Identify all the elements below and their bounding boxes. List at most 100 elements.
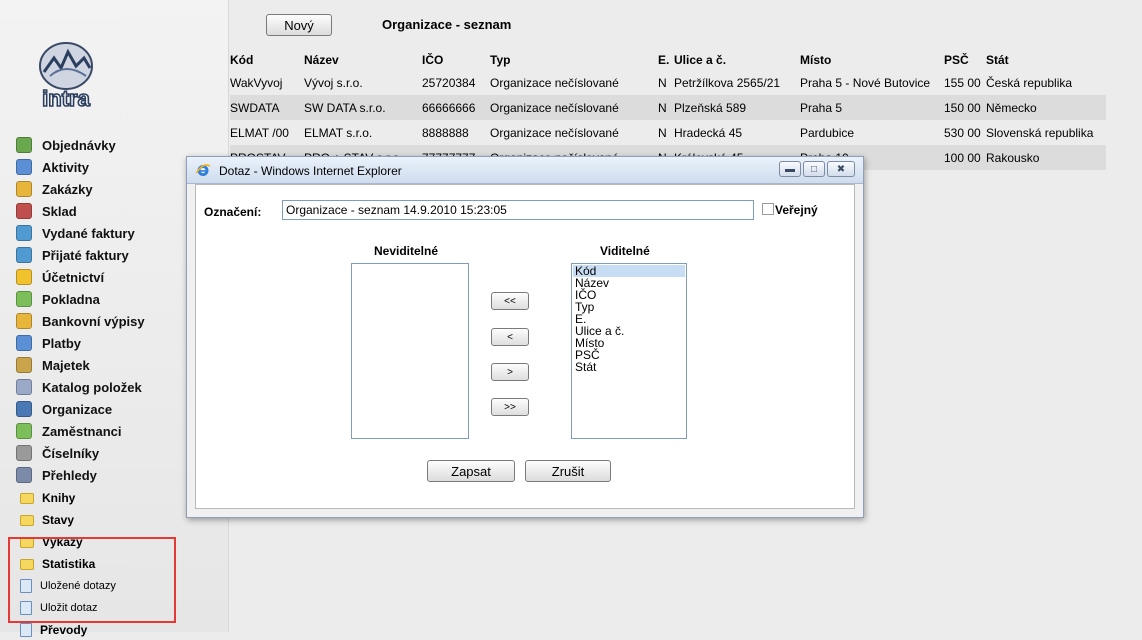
toolbar: Nový Organizace - seznam [228,14,1128,40]
table-cell: Organizace nečíslované [490,95,658,120]
warehouse-icon [16,203,32,219]
invisible-columns-header: Neviditelné [374,244,439,258]
table-cell: 8888888 [422,125,469,140]
table-cell: Slovenská republika [986,125,1094,140]
invisible-columns-list[interactable] [351,263,469,439]
column-header[interactable]: Ulice a č. [674,50,800,70]
submenu-item-2[interactable]: Stavy [20,510,210,530]
table-cell: SW DATA s.r.o. [304,95,422,120]
close-icon[interactable]: ✖ [827,161,855,177]
column-header[interactable]: E. [658,50,674,70]
table-row[interactable]: ELMAT /00 ELMAT s.r.o. 8888888 Organizace n… [230,120,1106,145]
move-all-right-button[interactable]: >> [491,398,529,416]
table-cell: Praha 5 - Nové Butovice [800,75,931,90]
dialog-content: Označení: Veřejný Neviditelné Viditelné … [195,184,855,509]
received-invoices-icon [16,247,32,263]
label-verejny: Veřejný [775,203,818,217]
issued-invoices-icon [16,225,32,241]
sidebar-item-label: Vydané faktury [42,225,135,241]
save-button[interactable]: Zapsat [427,460,515,482]
accounting-icon [16,269,32,285]
new-button[interactable]: Nový [266,14,332,36]
cancel-button[interactable]: Zrušit [525,460,611,482]
internet-explorer-icon [195,164,211,176]
transfers-icon [20,623,32,637]
move-all-left-button[interactable]: << [491,292,529,310]
column-header[interactable]: Typ [490,50,658,70]
table-cell: Vývoj s.r.o. [304,75,363,90]
table-row[interactable]: SWDATA SW DATA s.r.o. 66666666 Organizace n… [230,95,1106,120]
column-header[interactable]: Kód [230,50,304,70]
table-cell: N [658,95,674,120]
oznaceni-field[interactable] [282,200,754,220]
sidebar-item-label: Bankovní výpisy [42,313,145,329]
table-cell: 530 00 [944,125,981,140]
table-cell: Petržílkova 2565/21 [674,75,781,90]
dialog-titlebar[interactable]: Dotaz - Windows Internet Explorer ▬ □ ✖ [187,157,863,184]
table-cell: Česká republika [986,75,1073,90]
submenu-item-7[interactable]: Převody [20,620,210,640]
dialog-title: Dotaz - Windows Internet Explorer [219,164,402,178]
table-cell: N [658,75,667,90]
sidebar-item-label: Sklad [42,203,77,219]
sidebar-item-label: Přehledy [42,467,97,483]
sidebar-item-label: Organizace [42,401,113,417]
submenu-item-label: Knihy [42,491,76,505]
sidebar-item-label: Přijaté faktury [42,247,129,263]
sidebar-item-label: Katalog položek [42,379,142,395]
table-cell: 100 00 [944,145,986,170]
move-right-button[interactable]: > [491,363,529,381]
list-item[interactable]: Stát [573,361,685,373]
table-cell: Pardubice [800,125,855,140]
window-controls: ▬ □ ✖ [777,161,855,177]
employees-icon [16,423,32,439]
table-cell: 66666666 [422,95,490,120]
column-header[interactable]: Název [304,50,422,70]
visible-columns-header: Viditelné [600,244,650,258]
table-cell: Organizace nečíslované [490,75,619,90]
payments-icon [16,335,32,351]
table-cell: Hradecká 45 [674,125,743,140]
table-cell: 150 00 [944,95,986,120]
table-cell: N [658,125,667,140]
table-cell: Rakousko [986,145,1106,170]
submenu-item-1[interactable]: Knihy [20,488,210,508]
sidebar-item-label: Platby [42,335,82,351]
column-header[interactable]: IČO [422,50,490,70]
visible-columns-list[interactable]: Kód Název IČO Typ E. Ulice a č. Místo PSČ Stát [571,263,687,439]
table-cell: SWDATA [230,95,304,120]
overviews-icon [16,467,32,483]
query-dialog: Dotaz - Windows Internet Explorer ▬ □ ✖ … [186,156,864,518]
bank-statements-icon [16,313,32,329]
table-row[interactable]: WakVyvoj Vývoj s.r.o. 25720384 Organizace n… [230,70,1106,95]
table-cell: Praha 5 [800,95,944,120]
column-header[interactable]: Místo [800,50,944,70]
table-cell: Organizace nečíslované [490,125,619,140]
table-cell: ELMAT s.r.o. [304,125,373,140]
table-cell: WakVyvoj [230,75,283,90]
list-item[interactable]: Typ [573,301,685,313]
svg-text:intra: intra [42,86,90,111]
maximize-icon[interactable]: □ [803,161,825,177]
cash-desk-icon [16,291,32,307]
table-header-row: Kód Název IČO Typ E. Ulice a č. Místo PSČ Stát [230,50,1106,70]
minimize-icon[interactable]: ▬ [779,161,801,177]
submenu-item-label: Stavy [42,513,75,527]
intra-logo: intra [39,42,93,112]
table-cell: Německo [986,95,1106,120]
column-header[interactable]: PSČ [944,50,986,70]
label-oznaceni: Označení: [204,205,262,219]
verejny-checkbox[interactable] [762,203,774,215]
table-cell: 155 00 [944,75,981,90]
sidebar-item-label: Zaměstnanci [42,423,122,439]
table-body: WakVyvoj Vývoj s.r.o. 25720384 Organizace n… [230,70,1106,170]
sidebar-item-1[interactable]: Objednávky [16,134,216,156]
table-cell: 25720384 [422,75,476,90]
sidebar-item-label: Aktivity [42,159,89,175]
sidebar-item-label: Účetnictví [42,269,105,285]
move-left-button[interactable]: < [491,328,529,346]
submenu-item-label: Převody [40,623,88,637]
table-cell: Plzeňská 589 [674,95,800,120]
codebooks-icon [16,445,32,461]
column-header[interactable]: Stát [986,50,1106,70]
